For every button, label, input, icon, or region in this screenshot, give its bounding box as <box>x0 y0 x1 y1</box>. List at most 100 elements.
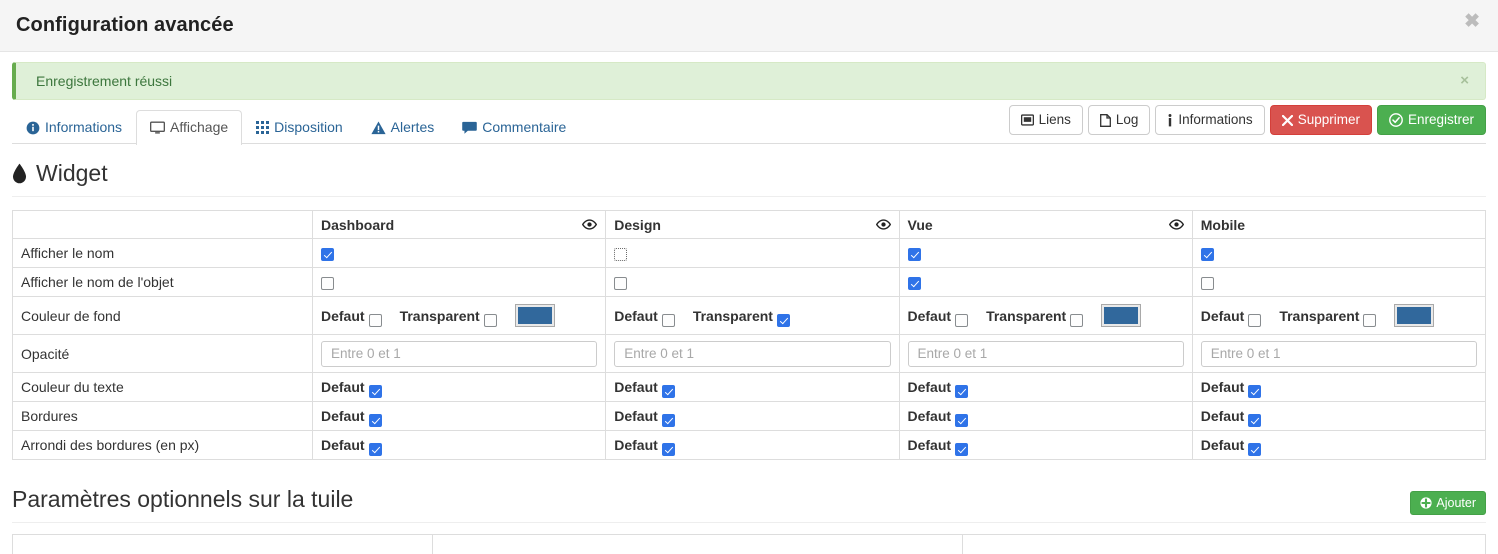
checkbox-afficher-nom-objet-mobile[interactable] <box>1200 276 1214 290</box>
checkbox-afficher-nom-mobile[interactable] <box>1200 247 1214 261</box>
supprimer-button[interactable]: Supprimer <box>1269 105 1372 135</box>
comment-icon <box>462 121 478 135</box>
checkbox-transparent-couleur-fond-design[interactable] <box>776 313 790 327</box>
transparent-option-design[interactable]: Transparent <box>693 308 790 327</box>
modal-close-button[interactable]: ✖ <box>1460 10 1484 33</box>
checkbox-afficher-nom-design[interactable] <box>614 247 628 261</box>
cell-afficher-nom-objet-design <box>605 267 900 297</box>
eye-icon[interactable] <box>875 219 891 230</box>
cell-afficher-nom-objet-dashboard <box>311 267 607 297</box>
checkbox-defaut-couleur-fond-vue[interactable] <box>955 313 969 327</box>
modal-header: Configuration avancée ✖ <box>0 0 1498 52</box>
input-opacite-vue[interactable] <box>907 340 1184 367</box>
checkbox-defaut-couleur-texte-design[interactable] <box>661 385 675 398</box>
checkbox-defaut-couleur-texte-vue[interactable] <box>955 385 969 398</box>
log-button[interactable]: Log <box>1087 105 1151 135</box>
eye-icon[interactable] <box>1168 219 1184 230</box>
transparent-option-dashboard[interactable]: Transparent <box>400 308 497 327</box>
transparent-option-vue[interactable]: Transparent <box>986 307 1084 327</box>
input-opacite-design[interactable] <box>614 340 891 367</box>
row-label: Afficher le nom de l'objet <box>12 267 313 297</box>
table-row: Arrondi des bordures (en px) Defaut Defa… <box>12 430 1487 460</box>
checkbox-defaut-couleur-texte-mobile[interactable] <box>1248 385 1262 398</box>
cell-couleur-fond-vue: Defaut Transparent <box>898 296 1193 335</box>
defaut-option-vue[interactable]: Defaut <box>908 437 969 456</box>
input-opacite-dashboard[interactable] <box>321 340 598 367</box>
defaut-option-vue[interactable]: Defaut <box>908 379 969 398</box>
checkbox-afficher-nom-dashboard[interactable] <box>321 247 334 261</box>
checkbox-afficher-nom-vue[interactable] <box>907 247 921 261</box>
checkbox-afficher-nom-objet-design[interactable] <box>614 276 628 290</box>
tab-informations[interactable]: Informations <box>12 110 136 145</box>
checkbox-defaut-couleur-fond-mobile[interactable] <box>1248 313 1262 327</box>
checkbox-transparent-couleur-fond-mobile[interactable] <box>1363 313 1377 327</box>
tab-disposition[interactable]: Disposition <box>242 110 356 145</box>
column-header-vue: Vue <box>898 210 1193 239</box>
tab-commentaire-label: Commentaire <box>482 119 567 135</box>
defaut-option-mobile[interactable]: Defaut <box>1200 379 1262 398</box>
table-row: Bordures Defaut Defaut Defaut Defaut <box>12 401 1487 431</box>
liens-button[interactable]: Liens <box>1008 105 1083 135</box>
defaut-option-vue[interactable]: Defaut <box>908 408 969 427</box>
defaut-option-design[interactable]: Defaut <box>614 437 675 456</box>
defaut-option-dashboard[interactable]: Defaut <box>321 379 382 398</box>
table-row: Opacité <box>12 334 1487 373</box>
eye-icon[interactable] <box>582 219 598 230</box>
checkbox-defaut-bordures-design[interactable] <box>661 414 675 427</box>
defaut-option-design[interactable]: Defaut <box>614 379 675 398</box>
input-opacite-mobile[interactable] <box>1200 340 1477 367</box>
table-row: Afficher le nom <box>12 238 1487 268</box>
checkbox-defaut-couleur-fond-dashboard[interactable] <box>368 313 382 327</box>
defaut-option-design[interactable]: Defaut <box>614 408 675 427</box>
checkbox-transparent-couleur-fond-vue[interactable] <box>1070 313 1084 327</box>
checkbox-defaut-bordures-dashboard[interactable] <box>368 414 382 427</box>
tab-commentaire[interactable]: Commentaire <box>448 110 580 145</box>
defaut-option-dashboard[interactable]: Defaut <box>321 308 382 327</box>
alert-close-button[interactable]: × <box>1454 72 1475 89</box>
ajouter-button[interactable]: Ajouter <box>1410 490 1486 515</box>
tile-options-col-3 <box>962 534 1486 554</box>
checkbox-defaut-arrondi-vue[interactable] <box>955 443 969 456</box>
defaut-option-dashboard[interactable]: Defaut <box>321 408 382 427</box>
tab-disposition-label: Disposition <box>274 119 343 135</box>
defaut-label: Defaut <box>1200 379 1245 395</box>
column-header-blank <box>12 210 313 239</box>
defaut-option-dashboard[interactable]: Defaut <box>321 437 382 456</box>
checkbox-defaut-couleur-fond-design[interactable] <box>661 313 675 327</box>
checkbox-defaut-couleur-texte-dashboard[interactable] <box>368 385 382 398</box>
widget-section-header: Widget <box>12 160 1486 197</box>
color-swatch-couleur-fond-dashboard[interactable] <box>514 304 555 327</box>
table-row: Couleur de fond Defaut Transparent Defau… <box>12 296 1487 335</box>
tab-affichage[interactable]: Affichage <box>136 110 243 145</box>
checkbox-defaut-arrondi-mobile[interactable] <box>1248 443 1262 456</box>
cell-bordures-mobile: Defaut <box>1191 401 1487 431</box>
tab-alertes[interactable]: Alertes <box>357 110 449 145</box>
checkbox-defaut-arrondi-dashboard[interactable] <box>368 443 382 456</box>
defaut-option-mobile[interactable]: Defaut <box>1201 308 1262 327</box>
checkbox-defaut-bordures-vue[interactable] <box>955 414 969 427</box>
checkbox-afficher-nom-objet-dashboard[interactable] <box>321 276 334 290</box>
color-swatch-couleur-fond-vue[interactable] <box>1101 304 1142 327</box>
grid-icon <box>256 121 270 134</box>
success-alert: Enregistrement réussi × <box>12 62 1486 100</box>
checkbox-transparent-couleur-fond-dashboard[interactable] <box>483 313 497 327</box>
color-swatch-couleur-fond-mobile[interactable] <box>1394 304 1435 327</box>
defaut-option-design[interactable]: Defaut <box>614 308 675 327</box>
action-buttons: Liens Log Informations Supprimer Enregis… <box>1008 105 1486 135</box>
checkbox-afficher-nom-objet-vue[interactable] <box>907 276 921 290</box>
checkbox-defaut-bordures-mobile[interactable] <box>1248 414 1262 427</box>
defaut-option-mobile[interactable]: Defaut <box>1201 408 1262 427</box>
transparent-label: Transparent <box>986 307 1067 324</box>
enregistrer-button[interactable]: Enregistrer <box>1376 105 1486 135</box>
checkbox-defaut-arrondi-design[interactable] <box>661 443 675 456</box>
transparent-option-mobile[interactable]: Transparent <box>1279 308 1377 327</box>
cell-afficher-nom-vue <box>898 238 1193 268</box>
widget-config-table: Dashboard Design Vue Mobile Afficher le … <box>12 210 1487 460</box>
cell-couleur-texte-design: Defaut <box>605 372 900 402</box>
check-circle-icon <box>1389 113 1403 127</box>
cell-bordures-vue: Defaut <box>898 401 1193 431</box>
defaut-option-vue[interactable]: Defaut <box>908 308 969 327</box>
defaut-option-mobile[interactable]: Defaut <box>1201 437 1262 456</box>
defaut-label: Defaut <box>321 408 365 424</box>
informations-button[interactable]: Informations <box>1155 105 1265 135</box>
